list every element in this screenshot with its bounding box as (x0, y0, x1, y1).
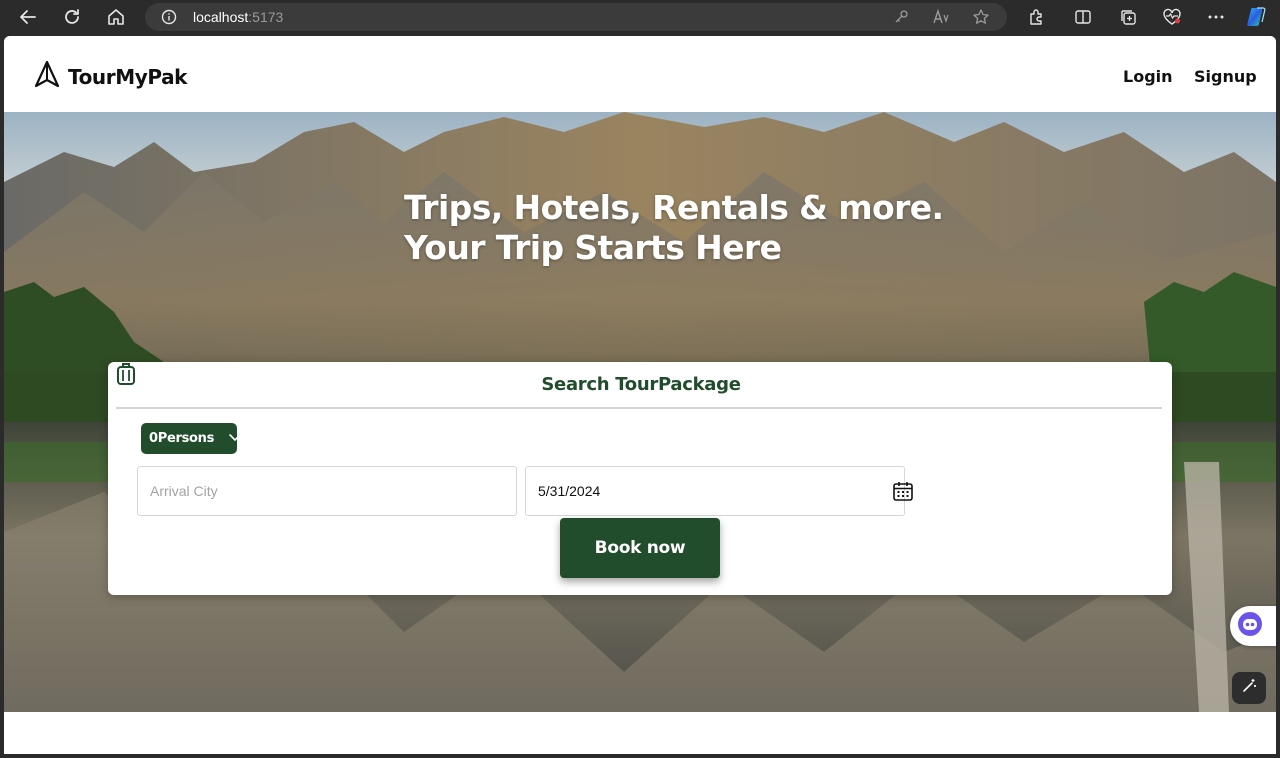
brand-name: TourMyPak (68, 64, 188, 89)
brand-logo[interactable]: TourMyPak (34, 60, 187, 93)
date-field[interactable]: 5/31/2024 (525, 466, 913, 516)
read-aloud-icon[interactable] (931, 8, 951, 26)
book-now-button[interactable]: Book now (560, 518, 720, 578)
search-card-title: Search TourPackage (541, 374, 741, 395)
refresh-icon[interactable] (58, 5, 86, 29)
hero-title-line1: Trips, Hotels, Rentals & more. (404, 188, 944, 227)
hero-title-line2: Your Trip Starts Here (404, 228, 782, 267)
extensions-icon[interactable] (1024, 5, 1048, 29)
persons-label: 0Persons (149, 431, 215, 446)
url-text: localhost:5173 (193, 9, 283, 25)
search-card-header: Search TourPackage (116, 362, 1162, 409)
back-icon[interactable] (14, 5, 42, 29)
copilot-icon[interactable] (1245, 5, 1269, 29)
favorite-star-icon[interactable] (971, 8, 991, 26)
search-card: Search TourPackage 0Persons 5/31/2024 Bo… (108, 362, 1172, 595)
arrival-city-input[interactable] (150, 483, 490, 499)
page-viewport: TourMyPak Login Signup Trips, Hotels, Re… (4, 36, 1276, 754)
url-port: :5173 (248, 9, 284, 25)
url-host: localhost (193, 9, 249, 25)
collections-icon[interactable] (1116, 5, 1140, 29)
more-icon[interactable] (1204, 5, 1228, 29)
hero-title: Trips, Hotels, Rentals & more. Your Trip… (404, 188, 944, 268)
logo-icon (34, 60, 60, 93)
persons-dropdown[interactable]: 0Persons (141, 423, 241, 454)
split-screen-icon[interactable] (1071, 5, 1095, 29)
info-icon[interactable] (161, 9, 177, 30)
home-icon[interactable] (102, 5, 130, 29)
magic-wand-button[interactable] (1232, 672, 1266, 704)
date-value: 5/31/2024 (538, 483, 601, 499)
key-icon[interactable] (891, 8, 911, 26)
address-bar[interactable]: localhost:5173 (145, 3, 1007, 31)
login-link[interactable]: Login (1123, 67, 1173, 86)
chatbot-button[interactable] (1230, 606, 1276, 646)
site-navbar: TourMyPak Login Signup (4, 36, 1276, 112)
hero-banner: Trips, Hotels, Rentals & more. Your Trip… (4, 112, 1276, 712)
browser-essentials-icon[interactable] (1160, 5, 1184, 29)
signup-link[interactable]: Signup (1194, 67, 1257, 86)
magic-wand-icon (1241, 678, 1257, 699)
browser-toolbar: localhost:5173 (0, 0, 1280, 34)
arrival-city-field[interactable] (137, 466, 517, 516)
chatbot-icon (1237, 611, 1263, 642)
